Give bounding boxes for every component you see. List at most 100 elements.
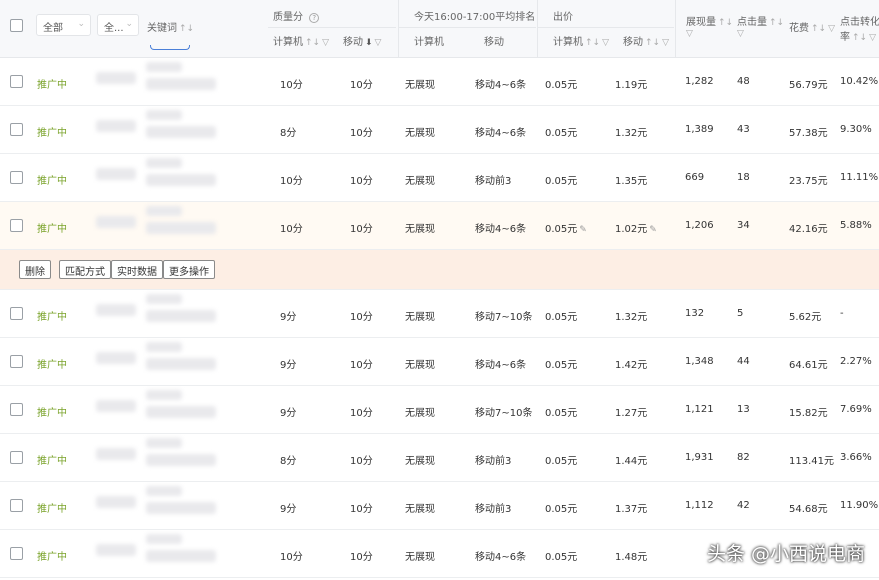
cell-q-mob: 10分 bbox=[350, 76, 373, 91]
cell-bid-mob[interactable]: 1.27元 bbox=[615, 404, 647, 419]
filter-icon[interactable]: ▽ bbox=[737, 29, 744, 39]
table-row[interactable]: 推广中 10分 10分 无展现 移动4~6条 0.05元 ✎ 1.02元 ✎ 1,206 34 42.… bbox=[0, 202, 879, 250]
cell-bid-mob[interactable]: 1.42元 bbox=[615, 356, 647, 371]
cell-bid-mob[interactable]: 1.48元 bbox=[615, 548, 647, 563]
cell-bid-pc[interactable]: 0.05元 bbox=[545, 172, 577, 187]
spend-label: 花费 bbox=[789, 23, 809, 34]
quality-mobile-header[interactable]: 移动 ⬇ ▽ bbox=[343, 33, 381, 48]
cell-bid-mob[interactable]: 1.44元 bbox=[615, 452, 647, 467]
clicks-header[interactable]: 点击量 ↑↓ ▽ bbox=[737, 13, 784, 39]
row-checkbox[interactable] bbox=[10, 499, 23, 512]
cell-value: - bbox=[840, 308, 844, 319]
bid-mobile-header[interactable]: 移动 ↑↓ ▽ bbox=[623, 33, 669, 48]
row-checkbox[interactable] bbox=[10, 75, 23, 88]
cell-bid-mob[interactable]: 1.02元 ✎ bbox=[615, 220, 657, 235]
delete-button[interactable]: 删除 bbox=[19, 260, 51, 279]
cell-bid-pc[interactable]: 0.05元 bbox=[545, 76, 577, 91]
cell-status: 推广中 bbox=[37, 500, 67, 515]
table-row[interactable]: 推广中 10分 10分 无展现 移动4~6条 0.05元 1.19元 1,282 48 56.79… bbox=[0, 58, 879, 106]
table-row[interactable]: 推广中 9分 10分 无展现 移动7~10条 0.05元 1.27元 1,121 13 15.82… bbox=[0, 386, 879, 434]
cell-conv: 9.30% bbox=[840, 124, 872, 135]
cell-value: 推广中 bbox=[37, 224, 67, 235]
row-checkbox[interactable] bbox=[10, 451, 23, 464]
table-row[interactable]: 推广中 9分 10分 无展现 移动4~6条 0.05元 1.42元 1,348 44 64.61元… bbox=[0, 338, 879, 386]
cell-bid-pc[interactable]: 0.05元 bbox=[545, 308, 577, 323]
cell-bid-mob[interactable]: 1.37元 bbox=[615, 500, 647, 515]
more-actions-button[interactable]: 更多操作 bbox=[163, 260, 215, 279]
cell-rank-pc: 无展现 bbox=[405, 220, 435, 235]
cell-value: 0.05元 bbox=[545, 128, 578, 139]
row-checkbox[interactable] bbox=[10, 219, 23, 232]
cell-value: 无展现 bbox=[405, 312, 435, 323]
cell-impr: 1,121 bbox=[685, 404, 714, 415]
filter-icon[interactable]: ▽ bbox=[375, 38, 382, 48]
sort-icon: ↑↓ bbox=[305, 38, 321, 48]
status-filter-select[interactable]: 全部 ⌄ bbox=[36, 14, 91, 36]
redacted-keyword bbox=[146, 158, 182, 168]
cell-bid-pc[interactable]: 0.05元 bbox=[545, 548, 577, 563]
cell-value: 移动前3 bbox=[475, 176, 512, 187]
filter-icon[interactable]: ▽ bbox=[828, 24, 835, 34]
filter-icon[interactable]: ▽ bbox=[662, 38, 669, 48]
edit-pencil-icon[interactable]: ✎ bbox=[579, 225, 587, 235]
keyword-header[interactable]: 关键词 ↑↓ bbox=[147, 19, 194, 34]
cell-rank-mob: 移动4~6条 bbox=[475, 124, 526, 139]
bid-pc-header[interactable]: 计算机 ↑↓ ▽ bbox=[553, 33, 609, 48]
cell-bid-pc[interactable]: 0.05元 bbox=[545, 452, 577, 467]
table-row[interactable]: 推广中 8分 10分 无展现 移动4~6条 0.05元 1.32元 1,389 43 57.38元… bbox=[0, 106, 879, 154]
cell-value: 56.79元 bbox=[789, 80, 828, 91]
cell-conv: 5.88% bbox=[840, 220, 872, 231]
quality-pc-header[interactable]: 计算机 ↑↓ ▽ bbox=[273, 33, 329, 48]
row-checkbox[interactable] bbox=[10, 123, 23, 136]
table-row[interactable]: 推广中 8分 10分 无展现 移动前3 0.05元 1.44元 1,931 82 113.41元 3… bbox=[0, 434, 879, 482]
cell-value: 无展现 bbox=[405, 80, 435, 91]
conv-rate-header[interactable]: 点击转化率 ↑↓ ▽ bbox=[840, 13, 879, 43]
filter-icon[interactable]: ▽ bbox=[686, 29, 693, 39]
table-row[interactable]: 推广中 9分 10分 无展现 移动7~10条 0.05元 1.32元 132 5 5.62元 - bbox=[0, 290, 879, 338]
table-row[interactable]: 推广中 9分 10分 无展现 移动前3 0.05元 1.37元 1,112 42 54.68元 11… bbox=[0, 482, 879, 530]
cell-spend: 54.68元 bbox=[789, 500, 828, 515]
row-checkbox[interactable] bbox=[10, 547, 23, 560]
cell-bid-mob[interactable]: 1.32元 bbox=[615, 124, 647, 139]
sort-icon: ↑↓ bbox=[645, 38, 661, 48]
redacted-keyword bbox=[146, 110, 182, 120]
filter-icon[interactable]: ▽ bbox=[322, 38, 329, 48]
header-divider bbox=[398, 27, 536, 28]
cell-rank-mob: 移动前3 bbox=[475, 452, 511, 467]
redacted-keyword bbox=[146, 358, 216, 370]
row-checkbox[interactable] bbox=[10, 355, 23, 368]
row-checkbox[interactable] bbox=[10, 403, 23, 416]
filter-icon[interactable]: ▽ bbox=[869, 33, 876, 43]
cell-bid-mob[interactable]: 1.32元 bbox=[615, 308, 647, 323]
cell-impr: 1,112 bbox=[685, 500, 714, 511]
cell-value: 无展现 bbox=[405, 128, 435, 139]
cell-bid-mob[interactable]: 1.35元 bbox=[615, 172, 647, 187]
select-all-checkbox[interactable] bbox=[10, 19, 23, 32]
redacted-plan-name bbox=[96, 448, 136, 460]
cell-rank-mob: 移动4~6条 bbox=[475, 220, 526, 235]
cell-value: 10分 bbox=[350, 176, 373, 187]
impressions-header[interactable]: 展现量 ↑↓ ▽ bbox=[686, 13, 733, 39]
cell-bid-pc[interactable]: 0.05元 bbox=[545, 404, 577, 419]
cell-bid-pc[interactable]: 0.05元 ✎ bbox=[545, 220, 587, 235]
sort-icon: ↑↓ bbox=[769, 18, 785, 28]
table-row[interactable]: 推广中 10分 10分 无展现 移动前3 0.05元 1.35元 669 18 23.75元 11.… bbox=[0, 154, 879, 202]
cell-value: 10分 bbox=[350, 80, 373, 91]
cell-value: 113.41元 bbox=[789, 456, 834, 467]
edit-pencil-icon[interactable]: ✎ bbox=[649, 225, 657, 235]
row-checkbox[interactable] bbox=[10, 171, 23, 184]
type-filter-select[interactable]: 全... ⌄ bbox=[97, 14, 139, 36]
spend-header[interactable]: 花费 ↑↓ ▽ bbox=[789, 19, 835, 34]
filter-icon[interactable]: ▽ bbox=[602, 38, 609, 48]
cell-bid-pc[interactable]: 0.05元 bbox=[545, 500, 577, 515]
row-checkbox[interactable] bbox=[10, 307, 23, 320]
cell-bid-mob[interactable]: 1.19元 bbox=[615, 76, 647, 91]
cell-bid-pc[interactable]: 0.05元 bbox=[545, 356, 577, 371]
help-icon[interactable]: ? bbox=[309, 13, 320, 23]
cell-value: 9分 bbox=[280, 504, 297, 515]
cell-conv: 7.69% bbox=[840, 404, 872, 415]
match-type-button[interactable]: 匹配方式 bbox=[59, 260, 111, 279]
realtime-data-button[interactable]: 实时数据 bbox=[111, 260, 163, 279]
cell-bid-pc[interactable]: 0.05元 bbox=[545, 124, 577, 139]
cell-value: 10分 bbox=[280, 224, 303, 235]
